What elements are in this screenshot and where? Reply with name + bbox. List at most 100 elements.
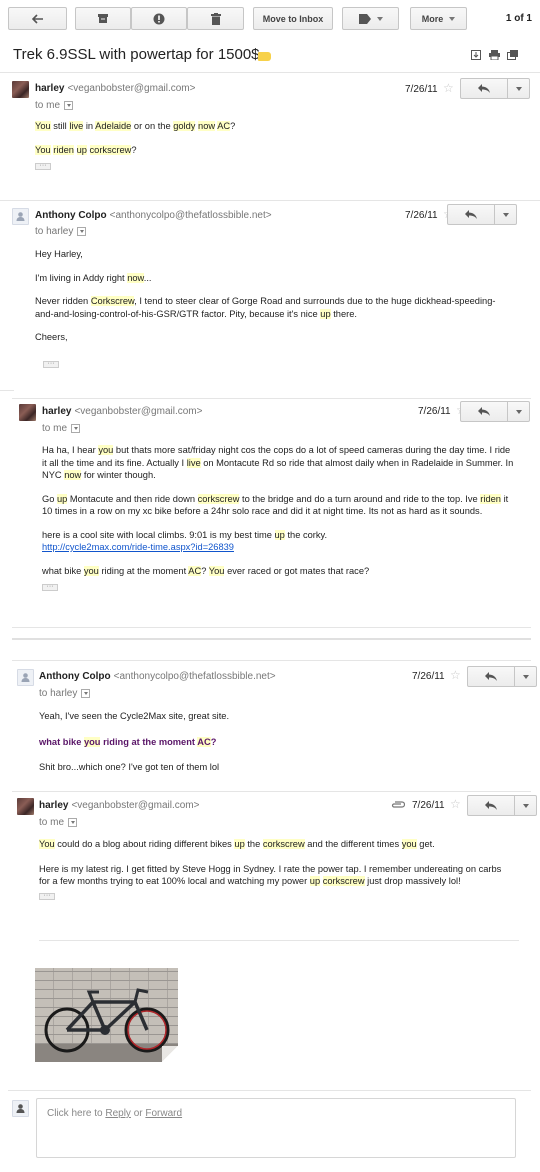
star-icon[interactable]: ☆ [450, 668, 461, 682]
body-line: Go up Montacute and then ride down corks… [42, 493, 509, 516]
show-trimmed-content-button[interactable]: ··· [39, 892, 55, 900]
message-date: 7/26/11 [405, 84, 438, 95]
toolbar: Move to Inbox More 1 of 1 [0, 0, 540, 38]
body-line: You could do a blog about riding differe… [39, 839, 435, 849]
more-actions-button[interactable] [515, 667, 536, 686]
new-window-icon[interactable] [507, 50, 518, 60]
delete-button[interactable] [187, 7, 244, 30]
body-line: Yeah, I've seen the Cycle2Max site, grea… [39, 711, 230, 721]
chevron-down-icon [376, 16, 383, 21]
reply-arrow-icon [478, 407, 490, 416]
reply-button-group [447, 204, 517, 225]
more-button[interactable]: More [410, 7, 467, 30]
more-label: More [421, 13, 444, 24]
recipient-line[interactable]: to me [35, 100, 74, 111]
sender[interactable]: Anthony Colpo <anthonycolpo@thefatlossbib… [39, 671, 276, 682]
recipient-line[interactable]: to harley [39, 688, 91, 699]
my-avatar [12, 1100, 29, 1117]
recipient-line[interactable]: to me [42, 423, 81, 434]
show-trimmed-content-button[interactable]: ··· [43, 360, 59, 368]
archive-icon [98, 14, 108, 23]
sender[interactable]: harley <veganbobster@gmail.com> [39, 800, 199, 811]
sender-email: <veganbobster@gmail.com> [71, 800, 200, 811]
forward-link[interactable]: Forward [145, 1108, 182, 1119]
show-trimmed-content-button[interactable]: ··· [42, 583, 58, 592]
reply-arrow-icon [485, 672, 497, 681]
recipient: to harley [35, 226, 74, 237]
move-to-inbox-button[interactable]: Move to Inbox [253, 7, 333, 30]
labels-button[interactable] [342, 7, 399, 30]
reply-button[interactable] [468, 796, 515, 815]
recipient-line[interactable]: to me [39, 817, 78, 828]
quoted-line: what bike you riding at the moment AC? [39, 736, 217, 747]
report-spam-button[interactable] [131, 7, 187, 30]
expand-all-icon[interactable] [471, 50, 481, 60]
star-icon[interactable]: ☆ [443, 81, 454, 95]
recipient: to me [42, 423, 68, 434]
body-line: Never ridden Corkscrew, I tend to steer … [35, 296, 496, 319]
reply-link[interactable]: Reply [105, 1108, 131, 1119]
reply-button[interactable] [461, 402, 508, 421]
message-body: Ha ha, I hear you but thats more sat/fri… [42, 444, 516, 594]
divider [0, 390, 14, 391]
more-actions-button[interactable] [508, 79, 529, 98]
more-actions-button[interactable] [495, 205, 516, 224]
move-to-inbox-label: Move to Inbox [262, 13, 324, 24]
trash-icon [210, 12, 221, 25]
chevron-down-icon [515, 409, 522, 414]
more-actions-button[interactable] [508, 402, 529, 421]
bike-photo-attachment[interactable] [35, 968, 178, 1062]
body-line: here is a cool site with local climbs. 9… [42, 529, 328, 552]
avatar [17, 669, 34, 686]
sender-name: Anthony Colpo [35, 210, 107, 221]
sender[interactable]: harley <veganbobster@gmail.com> [42, 406, 202, 417]
reply-button-group [460, 401, 530, 422]
message-date: 7/26/11 [412, 671, 445, 682]
star-icon[interactable]: ☆ [450, 797, 461, 811]
archive-button[interactable] [75, 7, 131, 30]
divider [0, 200, 540, 201]
reply-box[interactable]: Click here to Reply or Forward [36, 1098, 516, 1158]
divider [0, 72, 540, 73]
body-line: You riden up corkscrew? [35, 144, 137, 155]
sender-name: Anthony Colpo [39, 671, 111, 682]
details-dropdown-icon[interactable] [68, 818, 78, 827]
print-icon[interactable] [489, 50, 500, 60]
body-line: Cheers, [35, 332, 68, 342]
message-date: 7/26/11 [412, 800, 445, 811]
bicycle-image [44, 988, 170, 1053]
divider [39, 940, 519, 941]
more-actions-button[interactable] [515, 796, 536, 815]
body-line: I'm living in Addy right now... [35, 272, 152, 283]
details-dropdown-icon[interactable] [81, 689, 91, 698]
details-dropdown-icon[interactable] [64, 101, 74, 110]
recipient: to me [35, 100, 61, 111]
person-icon [16, 212, 25, 221]
body-line: You still live in Adelaide or on the gol… [35, 121, 236, 131]
cycle2max-link[interactable]: http://cycle2max.com/ride-time.aspx?id=2… [42, 542, 234, 552]
sender[interactable]: Anthony Colpo <anthonycolpo@thefatlossbib… [35, 210, 272, 221]
important-label-icon[interactable] [258, 52, 271, 61]
reply-button[interactable] [448, 205, 495, 224]
pager: 1 of 1 [505, 13, 532, 24]
divider [12, 791, 531, 792]
sender-email: <veganbobster@gmail.com> [74, 406, 203, 417]
body-line: Here is my latest rig. I get fitted by S… [39, 863, 502, 886]
reply-arrow-icon [485, 801, 497, 810]
details-dropdown-icon[interactable] [71, 424, 81, 433]
message-date: 7/26/11 [405, 210, 438, 221]
recipient-line[interactable]: to harley [35, 226, 87, 237]
chevron-down-icon [449, 16, 456, 21]
avatar [19, 404, 36, 421]
reply-button[interactable] [468, 667, 515, 686]
show-trimmed-content-button[interactable]: ··· [35, 162, 51, 171]
reply-button[interactable] [461, 79, 508, 98]
divider [12, 627, 531, 628]
sender[interactable]: harley <veganbobster@gmail.com> [35, 83, 195, 94]
reply-prompt: Click here to Reply or Forward [47, 1108, 183, 1119]
details-dropdown-icon[interactable] [77, 227, 87, 236]
label-tag-icon [358, 13, 371, 24]
body-line: Shit bro...which one? I've got ten of th… [39, 762, 220, 772]
recipient: to me [39, 817, 65, 828]
back-button[interactable] [8, 7, 67, 30]
